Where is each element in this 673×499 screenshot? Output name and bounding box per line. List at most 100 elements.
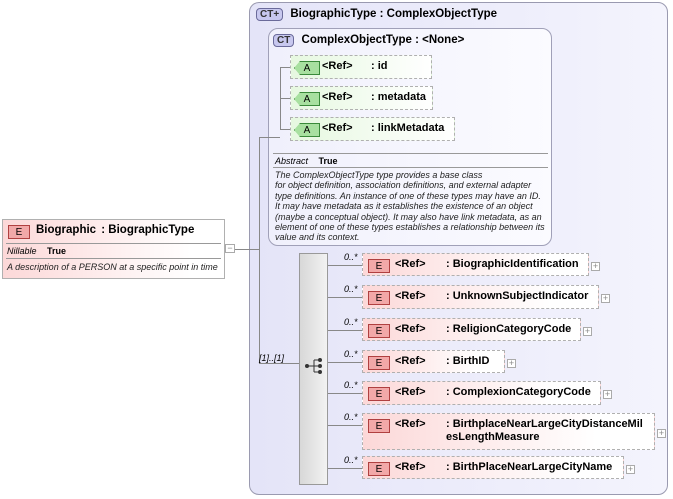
child-ref: <Ref>	[395, 323, 426, 335]
base-type-name: ComplexObjectType	[301, 34, 412, 46]
attribute-name: : metadata	[371, 91, 427, 103]
expand-button[interactable]: +	[591, 261, 600, 271]
connector	[328, 265, 362, 266]
description-line: element of one of these types establishe…	[275, 222, 545, 233]
child-element[interactable]: E <Ref> : ReligionCategoryCode	[362, 318, 581, 341]
child-element[interactable]: E <Ref> : UnknownSubjectIndicator	[362, 285, 599, 309]
attribute-ref: <Ref>	[322, 91, 353, 103]
attribute-ref: <Ref>	[322, 60, 353, 72]
child-name: : BirthplaceNearLargeCityDistanceMil esLe…	[446, 418, 643, 444]
child-ref: <Ref>	[395, 386, 426, 398]
complex-type-base: : ComplexObjectType	[379, 8, 498, 20]
connector	[328, 330, 362, 331]
child-name-line: : ReligionCategoryCode	[446, 323, 572, 335]
attribute-linkmetadata[interactable]: A <Ref> : linkMetadata	[290, 117, 455, 141]
child-occurrence: 0..*	[344, 284, 358, 294]
attribute-name: : id	[371, 60, 388, 72]
base-type-base: : <None>	[415, 34, 465, 46]
description-line: type definitions. An instance of one of …	[275, 190, 541, 201]
child-name-line: esLengthMeasure	[446, 431, 540, 443]
child-ref: <Ref>	[395, 461, 426, 473]
element-icon: E	[368, 259, 390, 273]
child-occurrence: 0..*	[344, 252, 358, 262]
child-name: : BirthPlaceNearLargeCityName	[446, 461, 612, 474]
attribute-ref: <Ref>	[322, 122, 353, 134]
nillable-row: Nillable True	[7, 246, 66, 256]
root-element-name: Biographic	[36, 224, 97, 236]
child-name: : BiographicIdentification	[446, 258, 579, 271]
connector	[328, 362, 362, 363]
root-element-description: A description of a PERSON at a specific …	[7, 262, 218, 272]
child-ref: <Ref>	[395, 258, 426, 270]
expand-button[interactable]: +	[626, 464, 635, 474]
element-icon: E	[368, 387, 390, 401]
child-occurrence: 0..*	[344, 380, 358, 390]
child-element[interactable]: E <Ref> : BirthplaceNearLargeCityDistanc…	[362, 413, 655, 450]
sequence-occurrence: [1]..[1]	[259, 353, 285, 363]
element-icon: E	[368, 324, 390, 338]
root-element-box[interactable]: E Biographic : BiographicType Nillable T…	[2, 219, 225, 279]
description-line: (maybe a conceptual object). It may also…	[275, 211, 542, 222]
child-occurrence: 0..*	[344, 349, 358, 359]
root-element-title: Biographic : BiographicType	[36, 224, 194, 236]
complex-type-badge-icon: CT+	[256, 8, 284, 21]
description-line: The ComplexObjectType type provides a ba…	[275, 170, 483, 180]
child-name: : UnknownSubjectIndicator	[446, 290, 588, 303]
connector	[259, 137, 260, 364]
attribute-id[interactable]: A <Ref> : id	[290, 55, 432, 79]
attribute-icon: A	[294, 61, 320, 75]
attribute-metadata[interactable]: A <Ref> : metadata	[290, 86, 433, 110]
sequence-compositor[interactable]	[299, 253, 328, 485]
child-occurrence: 0..*	[344, 455, 358, 465]
child-name-line: : ComplexionCategoryCode	[446, 386, 591, 398]
description-line: It may have metadata as it establishes t…	[275, 201, 533, 212]
expand-button[interactable]: +	[601, 294, 610, 303]
expand-button[interactable]: +	[507, 358, 516, 368]
child-name-line: : BirthplaceNearLargeCityDistanceMil	[446, 418, 643, 430]
child-occurrence: 0..*	[344, 412, 358, 422]
divider	[273, 153, 548, 154]
complex-type-name: BiographicType	[290, 8, 377, 20]
element-icon: E	[368, 419, 390, 433]
child-occurrence: 0..*	[344, 317, 358, 327]
element-icon: E	[8, 225, 30, 239]
connector	[328, 425, 362, 426]
root-element-type: : BiographicType	[101, 224, 195, 236]
child-name-line: : BirthPlaceNearLargeCityName	[446, 461, 613, 473]
child-ref: <Ref>	[395, 290, 426, 302]
attribute-name: : linkMetadata	[371, 122, 445, 134]
element-icon: E	[368, 462, 390, 476]
abstract-row: Abstract True	[275, 156, 338, 166]
connector	[259, 363, 299, 364]
connector	[259, 137, 280, 138]
nillable-label: Nillable	[7, 246, 37, 256]
child-name-line: : BiographicIdentification	[446, 258, 579, 270]
element-icon: E	[368, 356, 390, 370]
connector	[328, 468, 362, 469]
expand-button[interactable]: +	[583, 326, 592, 336]
child-name: : ReligionCategoryCode	[446, 323, 571, 336]
expand-button[interactable]: +	[603, 390, 612, 399]
divider	[273, 167, 548, 168]
nillable-value: True	[47, 246, 67, 256]
child-name: : ComplexionCategoryCode	[446, 386, 591, 399]
connector	[328, 393, 362, 394]
base-type-description: The ComplexObjectType type provides a ba…	[275, 170, 545, 243]
divider	[6, 258, 221, 259]
complex-type-header: CT+ BiographicType : ComplexObjectType	[256, 8, 497, 21]
expand-button[interactable]: +	[657, 428, 666, 438]
base-type-badge-icon: CT	[273, 34, 295, 47]
abstract-value: True	[318, 156, 338, 166]
base-type-header: CT ComplexObjectType : <None>	[273, 34, 464, 47]
connector	[328, 297, 362, 298]
child-name-line: : UnknownSubjectIndicator	[446, 290, 589, 302]
child-ref: <Ref>	[395, 355, 426, 367]
child-element[interactable]: E <Ref> : ComplexionCategoryCode	[362, 381, 601, 405]
description-line: value and its context.	[275, 232, 360, 243]
child-element[interactable]: E <Ref> : BirthPlaceNearLargeCityName	[362, 456, 624, 479]
child-element[interactable]: E <Ref> : BirthID	[362, 350, 505, 373]
child-element[interactable]: E <Ref> : BiographicIdentification	[362, 253, 589, 276]
attribute-icon: A	[294, 123, 320, 137]
divider	[6, 243, 221, 244]
collapse-button[interactable]: −	[225, 244, 235, 253]
